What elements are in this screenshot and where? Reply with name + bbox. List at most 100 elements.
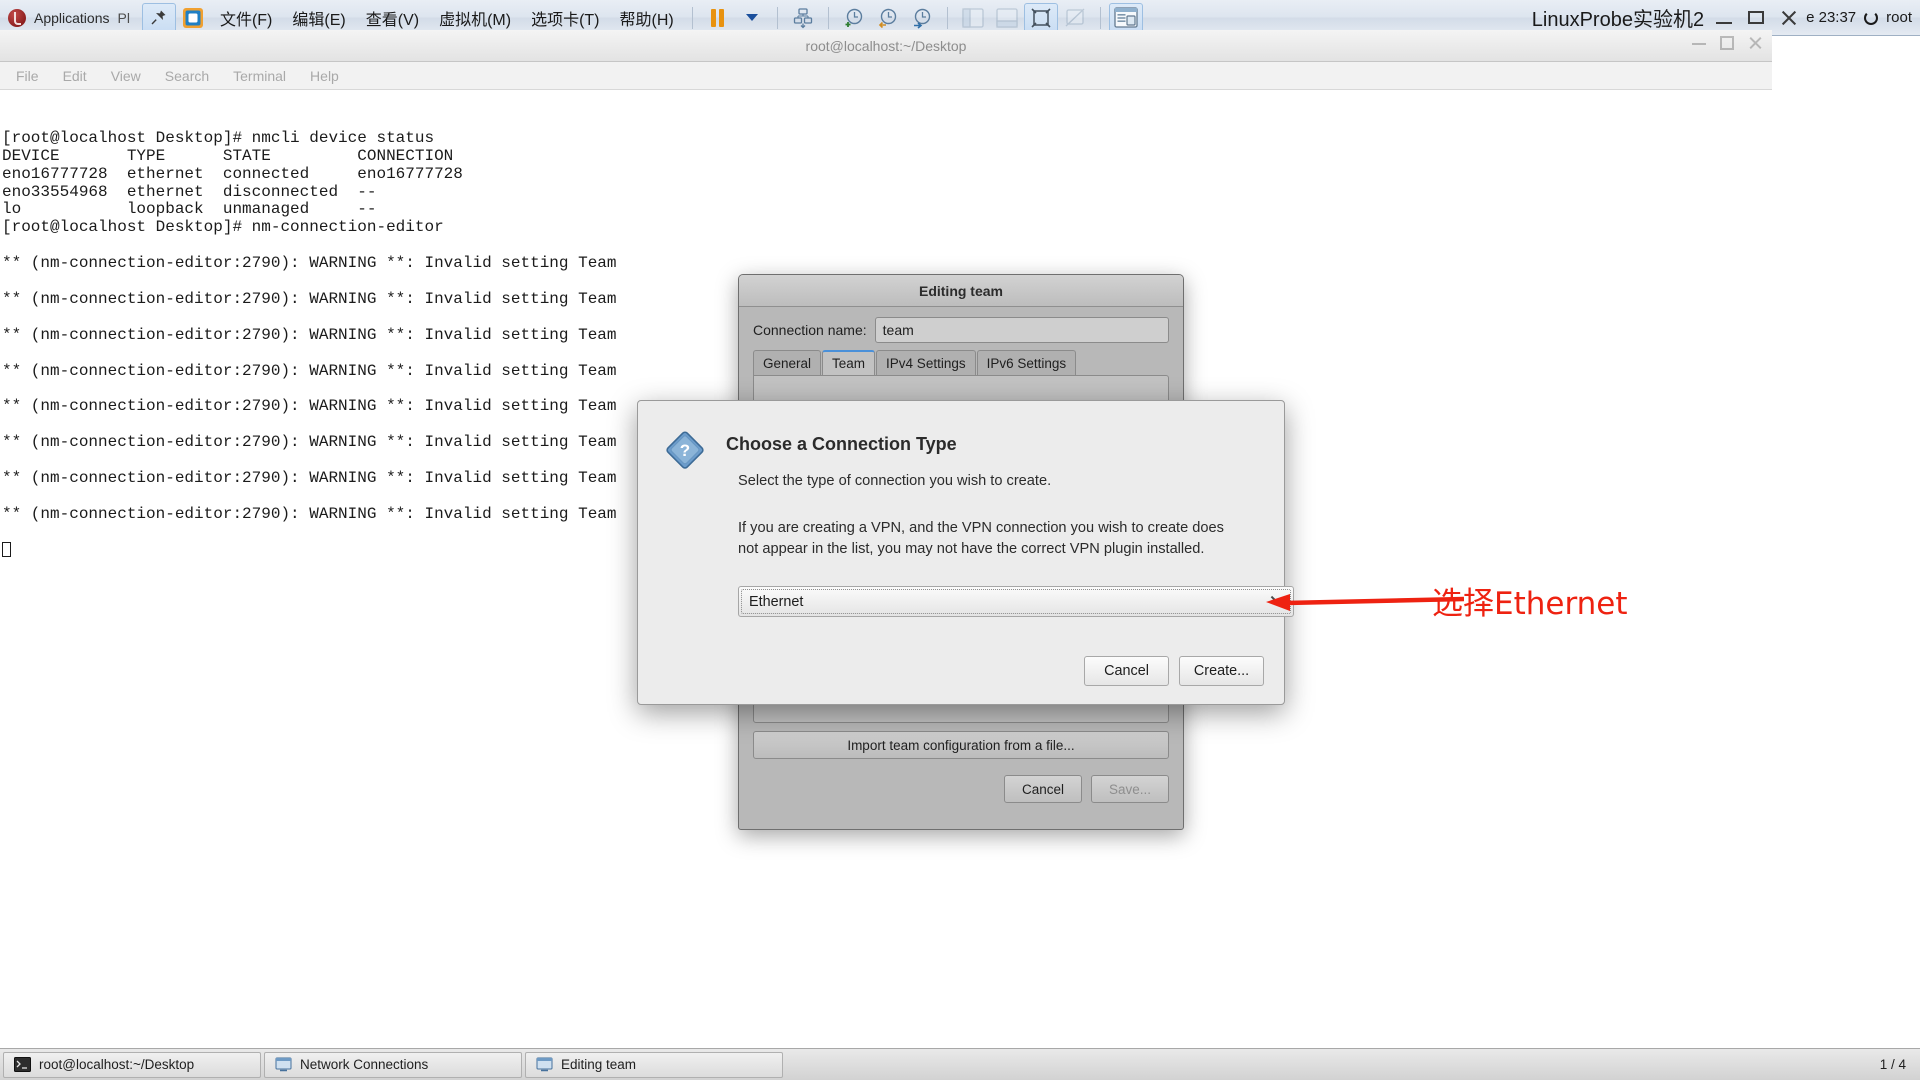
manage-snapshot-glyph [913,8,930,29]
terminal-minimize-icon[interactable] [1692,36,1706,45]
choose-connection-type-paragraph-2: If you are creating a VPN, and the VPN c… [738,520,1224,557]
taskbar-item-network-connections[interactable]: Network Connections [264,1051,522,1078]
terminal-line: ** (nm-connection-editor:2790): WARNING … [2,254,617,273]
tab-general[interactable]: General [753,350,822,375]
unity-glyph [1065,7,1085,27]
editing-team-save-button[interactable]: Save... [1091,775,1169,803]
snapshot-glyph [793,7,812,28]
revert-snapshot-glyph [878,8,896,28]
connection-type-dropdown-value: Ethernet [749,593,804,610]
terminal-menu-search[interactable]: Search [155,65,219,87]
window-controls [1716,10,1806,26]
toolbar-separator [827,6,829,29]
pin-glyph [151,10,166,25]
tab-ipv4-settings[interactable]: IPv4 Settings [876,350,976,375]
caret-down-icon[interactable] [735,3,769,33]
terminal-menu-view[interactable]: View [101,65,151,87]
system-user[interactable]: root [1886,9,1920,26]
unity-mode-icon[interactable] [1058,3,1092,33]
tab-ipv6-settings[interactable]: IPv6 Settings [976,350,1077,375]
annotation-text: 选择Ethernet [1432,586,1628,622]
terminal-maximize-icon[interactable] [1720,36,1734,50]
terminal-menu-edit[interactable]: Edit [53,65,97,87]
editing-team-tabs: General Team IPv4 Settings IPv6 Settings [739,347,1183,375]
terminal-menu-file[interactable]: File [6,65,49,87]
choose-connection-type-create-button[interactable]: Create... [1179,656,1264,686]
choose-connection-type-header: ? Choose a Connection Type [664,427,1252,471]
taskbar-item-terminal[interactable]: root@localhost:~/Desktop [3,1051,261,1078]
system-clock[interactable]: e 23:37 [1806,9,1856,26]
question-diamond-glyph: ? [666,431,704,469]
terminal-titlebar[interactable]: root@localhost:~/Desktop [0,30,1772,62]
pause-icon[interactable] [701,3,735,33]
terminal-menubar: File Edit View Search Terminal Help [0,62,1772,90]
menu-help[interactable]: 帮助(H) [610,6,684,30]
fedora-logo-icon [8,8,26,27]
menu-tabs[interactable]: 选项卡(T) [521,6,609,30]
choose-connection-type-heading: Choose a Connection Type [726,434,957,454]
choose-connection-type-content: ? Choose a Connection Type Select the ty… [638,401,1294,617]
vm-tab-title: LinuxProbe实验机2 [1531,9,1705,31]
vmware-logo-icon[interactable] [176,3,210,33]
take-snapshot-glyph [845,8,862,27]
taskbar-item-label: Network Connections [300,1057,429,1072]
editing-team-title: Editing team [918,282,1003,299]
enter-fullscreen-icon[interactable] [1023,2,1058,33]
vmware-glyph [182,7,203,28]
taskbar: root@localhost:~/Desktop Network Connect… [0,1048,1920,1080]
toolbar-separator [1099,6,1101,29]
taskbar-item-label: Editing team [561,1057,637,1072]
connection-name-row: Connection name: team [739,307,1183,347]
toolbar-separator [691,6,693,29]
choose-connection-type-footer: Cancel Create... [1084,656,1264,686]
editing-team-titlebar[interactable]: Editing team [739,275,1183,307]
menu-vm[interactable]: 虚拟机(M) [429,6,521,30]
take-snapshot-icon[interactable] [837,3,871,33]
menu-edit[interactable]: 编辑(E) [282,6,355,30]
maximize-icon[interactable] [1748,11,1765,24]
import-team-config-button[interactable]: Import team configuration from a file... [753,731,1169,759]
window-icon [536,1057,553,1072]
editing-team-cancel-button[interactable]: Cancel [1004,775,1082,803]
snapshot-manager-icon[interactable] [786,3,820,33]
terminal-menu-terminal[interactable]: Terminal [223,65,296,87]
terminal-line: [root@localhost Desktop]# nm-connection-… [2,218,444,237]
terminal-cursor [2,541,11,557]
pin-icon[interactable] [141,2,176,33]
screen: Applications Pl 文件(F) 编辑(E) 查看(V) 虚拟机(M)… [0,0,1920,1080]
terminal-icon [14,1057,31,1072]
show-thumbnail-bar-icon[interactable] [990,3,1024,33]
gnome-applications-menu[interactable]: Applications [34,10,110,26]
console-view-icon[interactable] [1108,2,1143,33]
connection-name-input[interactable]: team [874,317,1169,343]
power-icon[interactable] [1864,10,1879,25]
question-diamond-icon: ? [664,429,706,471]
manage-snapshot-icon[interactable] [905,3,939,33]
close-icon[interactable] [1780,10,1796,26]
taskbar-item-editing-team[interactable]: Editing team [525,1051,783,1078]
toolbar-separator [946,6,948,29]
show-library-icon[interactable] [956,3,990,33]
connection-type-dropdown[interactable]: Ethernet [738,586,1294,617]
taskbar-item-label: root@localhost:~/Desktop [39,1057,195,1072]
choose-connection-type-cancel-button[interactable]: Cancel [1084,656,1169,686]
tab-team[interactable]: Team [822,350,876,375]
gnome-places-menu[interactable]: Pl [118,10,130,26]
terminal-line: [root@localhost Desktop]# nmcli device s… [2,128,435,147]
terminal-line: DEVICE TYPE STATE CONNECTION [2,146,454,165]
terminal-line: eno33554968 ethernet disconnected -- [2,182,377,201]
choose-connection-type-paragraph-1: Select the type of connection you wish t… [738,473,1052,489]
terminal-window-controls [1692,36,1762,50]
workspace-pager[interactable]: 1 / 4 [1880,1057,1920,1072]
terminal-close-icon[interactable] [1748,36,1762,50]
svg-text:?: ? [680,441,690,460]
menu-view[interactable]: 查看(V) [356,6,429,30]
revert-snapshot-icon[interactable] [871,3,905,33]
choose-connection-type-body: Select the type of connection you wish t… [664,471,1294,617]
menu-file[interactable]: 文件(F) [210,6,282,30]
minimize-icon[interactable] [1716,21,1733,24]
connection-name-label: Connection name: [753,322,867,338]
terminal-menu-help[interactable]: Help [300,65,349,87]
fullscreen-glyph [1031,7,1051,28]
